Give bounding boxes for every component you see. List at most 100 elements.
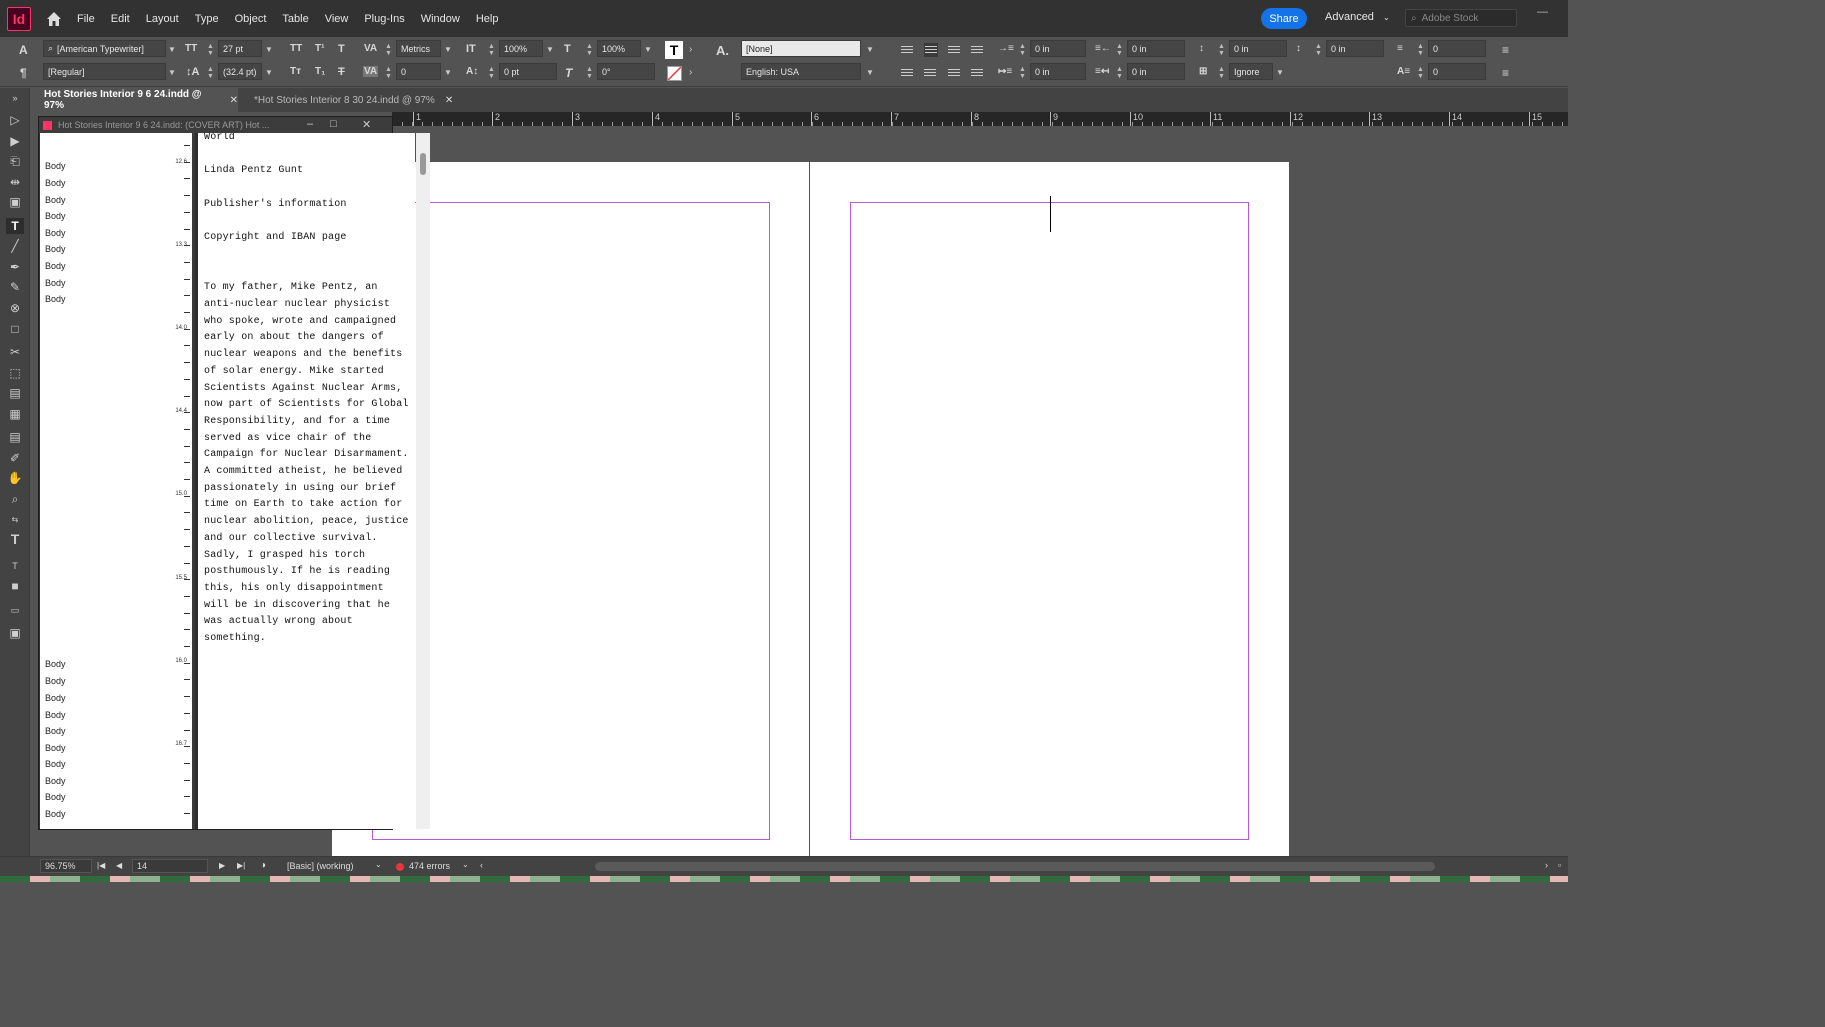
menu-window[interactable]: Window bbox=[421, 13, 460, 25]
share-button[interactable]: Share bbox=[1261, 8, 1307, 29]
horizontal-scale-stepper[interactable]: ▲ ▼ bbox=[586, 43, 593, 57]
first-page-icon[interactable]: |◀ bbox=[97, 861, 105, 870]
menu-type[interactable]: Type bbox=[195, 13, 219, 25]
gradient-feather-tool-icon[interactable]: ▦ bbox=[6, 406, 24, 422]
align-towards-spine-icon[interactable] bbox=[971, 46, 983, 56]
zoom-level-field[interactable]: 96.75% bbox=[40, 859, 92, 873]
story-editor-window[interactable]: Hot Stories Interior 9 6 24.indd: (COVER… bbox=[38, 116, 430, 830]
chevron-right-icon[interactable]: › bbox=[689, 44, 692, 55]
menu-help[interactable]: Help bbox=[476, 13, 499, 25]
story-vertical-scrollbar[interactable] bbox=[416, 133, 430, 829]
story-line[interactable]: something. bbox=[204, 631, 266, 648]
story-line[interactable]: World bbox=[204, 133, 235, 147]
story-line[interactable]: who spoke, wrote and campaigned bbox=[204, 314, 396, 331]
chevron-right-icon[interactable]: › bbox=[689, 67, 692, 78]
stroke-none-icon[interactable] bbox=[667, 66, 682, 81]
last-line-indent-field[interactable]: 0 in bbox=[1127, 63, 1185, 80]
font-family-dropdown-icon[interactable]: ▼ bbox=[168, 45, 176, 54]
justify-center-icon[interactable] bbox=[924, 69, 936, 79]
vertical-scale-dropdown-icon[interactable]: ▼ bbox=[546, 45, 554, 54]
align-center-icon[interactable] bbox=[924, 43, 938, 57]
horizontal-scrollbar[interactable] bbox=[595, 862, 1435, 871]
free-transform-tool-icon[interactable]: ⬚ bbox=[6, 365, 24, 381]
drop-cap-lines-field[interactable]: 0 bbox=[1428, 40, 1486, 57]
space-after-stepper[interactable]: ▲ ▼ bbox=[1315, 43, 1322, 57]
tracking-field[interactable]: 0 bbox=[396, 63, 441, 80]
next-page-icon[interactable]: ▶ bbox=[219, 861, 225, 870]
horizontal-scale-dropdown-icon[interactable]: ▼ bbox=[644, 45, 652, 54]
minimize-icon[interactable]: – bbox=[307, 118, 313, 130]
story-line[interactable]: this, his only disappointment bbox=[204, 581, 384, 598]
rectangle-frame-tool-icon[interactable]: ⊗ bbox=[6, 300, 24, 316]
scissors-tool-icon[interactable]: ✂ bbox=[6, 344, 24, 360]
menu-object[interactable]: Object bbox=[235, 13, 267, 25]
adobe-stock-search[interactable]: ⌕ Adobe Stock bbox=[1405, 9, 1517, 27]
close-icon[interactable]: ✕ bbox=[445, 95, 453, 106]
previous-page-icon[interactable]: ◀ bbox=[116, 861, 122, 870]
chevron-down-icon[interactable]: ⌄ bbox=[375, 860, 382, 869]
baseline-shift-stepper[interactable]: ▲ ▼ bbox=[488, 66, 495, 80]
font-size-stepper[interactable]: ▲ ▼ bbox=[207, 43, 214, 57]
font-size-dropdown-icon[interactable]: ▼ bbox=[265, 45, 273, 54]
direct-selection-tool-icon[interactable]: ▶ bbox=[6, 133, 24, 149]
view-mode-icon[interactable]: ▭ bbox=[6, 602, 24, 618]
font-size-field[interactable]: 27 pt bbox=[218, 40, 262, 57]
close-icon[interactable]: ✕ bbox=[230, 95, 238, 106]
story-line[interactable]: was actually wrong about bbox=[204, 614, 353, 631]
error-count[interactable]: 474 errors bbox=[409, 861, 450, 871]
zoom-tool-icon[interactable]: ⌕ bbox=[6, 491, 24, 507]
fill-stroke-icon[interactable]: T bbox=[6, 531, 24, 547]
fill-text-icon[interactable]: T bbox=[665, 41, 683, 59]
hand-tool-icon[interactable]: ✋ bbox=[6, 470, 24, 486]
underline-icon[interactable]: T bbox=[338, 43, 345, 55]
right-indent-field[interactable]: 0 in bbox=[1127, 40, 1185, 57]
kerning-stepper[interactable]: ▲ ▼ bbox=[385, 43, 392, 57]
story-line[interactable]: Scientists Against Nuclear Arms, bbox=[204, 381, 402, 398]
screen-mode-icon[interactable]: ▣ bbox=[6, 625, 24, 641]
space-before-stepper[interactable]: ▲ ▼ bbox=[1218, 43, 1225, 57]
page-tool-icon[interactable]: ⎗ bbox=[6, 153, 24, 169]
skew-field[interactable]: 0° bbox=[597, 63, 655, 80]
align-grid-stepper[interactable]: ▲ ▼ bbox=[1218, 66, 1225, 80]
bulleted-list-icon[interactable]: ≡ bbox=[1502, 43, 1509, 57]
workspace-switcher[interactable]: Advanced ⌄ bbox=[1325, 11, 1390, 23]
small-caps-icon[interactable]: Tᴛ bbox=[290, 66, 301, 77]
kerning-dropdown-icon[interactable]: ▼ bbox=[444, 45, 452, 54]
menu-view[interactable]: View bbox=[325, 13, 349, 25]
align-right-icon[interactable] bbox=[948, 46, 960, 56]
scrollbar-thumb[interactable] bbox=[420, 153, 426, 175]
first-line-indent-field[interactable]: 0 in bbox=[1030, 63, 1086, 80]
align-left-icon[interactable] bbox=[901, 46, 913, 56]
vertical-scale-stepper[interactable]: ▲ ▼ bbox=[488, 43, 495, 57]
superscript-icon[interactable]: T¹ bbox=[315, 43, 324, 54]
story-line[interactable]: now part of Scientists for Global bbox=[204, 397, 409, 414]
numbered-list-icon[interactable]: ≡ bbox=[1502, 66, 1509, 80]
font-style-field[interactable]: [Regular] bbox=[43, 63, 166, 80]
leading-stepper[interactable]: ▲ ▼ bbox=[207, 66, 214, 80]
scroll-left-icon[interactable]: ‹ bbox=[480, 860, 483, 870]
character-style-field[interactable]: [None] bbox=[741, 40, 861, 57]
apply-color-icon[interactable]: ■ bbox=[6, 578, 24, 594]
tab-hot-stories-8-30-24[interactable]: *Hot Stories Interior 8 30 24.indd @ 97%… bbox=[254, 88, 464, 112]
story-line[interactable]: posthumously. If he is reading bbox=[204, 564, 390, 581]
story-line[interactable]: Responsibility, and for a time bbox=[204, 414, 390, 431]
story-line[interactable]: A committed atheist, he believed bbox=[204, 464, 402, 481]
gap-tool-icon[interactable]: ⇹ bbox=[6, 174, 24, 190]
content-collector-icon[interactable]: ▣ bbox=[6, 194, 24, 210]
rectangle-tool-icon[interactable]: □ bbox=[6, 321, 24, 337]
strikethrough-icon[interactable]: T bbox=[338, 66, 345, 78]
scroll-right-icon[interactable]: › bbox=[1545, 860, 1548, 870]
skew-stepper[interactable]: ▲ ▼ bbox=[586, 66, 593, 80]
align-to-grid-field[interactable]: Ignore bbox=[1229, 63, 1273, 80]
story-line[interactable]: anti-nuclear nuclear physicist bbox=[204, 297, 390, 314]
paragraph-mode-icon[interactable]: ¶ bbox=[20, 66, 27, 80]
font-style-dropdown-icon[interactable]: ▼ bbox=[168, 68, 176, 77]
story-line[interactable]: Copyright and IBAN page bbox=[204, 230, 347, 247]
drop-cap-lines-stepper[interactable]: ▲ ▼ bbox=[1417, 43, 1424, 57]
character-style-dropdown-icon[interactable]: ▼ bbox=[866, 45, 874, 54]
left-indent-field[interactable]: 0 in bbox=[1030, 40, 1086, 57]
last-line-indent-stepper[interactable]: ▲ ▼ bbox=[1116, 66, 1123, 80]
story-line[interactable]: nuclear abolition, peace, justice bbox=[204, 514, 409, 531]
story-line[interactable]: Campaign for Nuclear Disarmament. bbox=[204, 447, 409, 464]
story-line[interactable]: and our collective survival. bbox=[204, 531, 378, 548]
